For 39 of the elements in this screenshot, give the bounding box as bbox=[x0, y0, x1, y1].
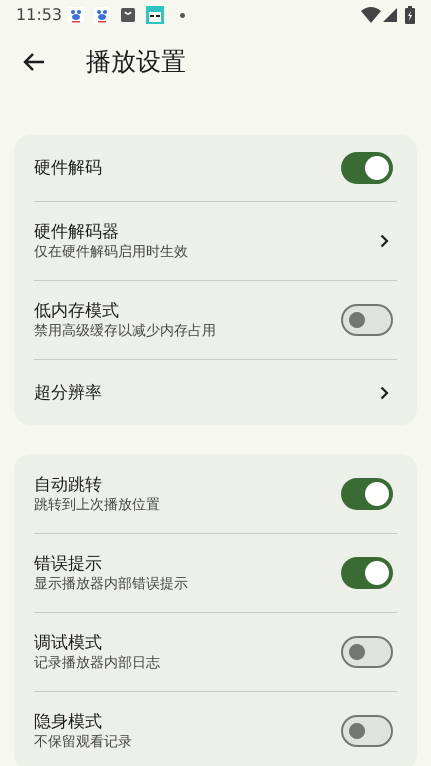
setting-title: 调试模式 bbox=[34, 632, 103, 654]
toggle-switch[interactable] bbox=[341, 478, 393, 510]
settings-row[interactable]: 硬件解码 bbox=[34, 135, 397, 201]
setting-title: 隐身模式 bbox=[34, 711, 103, 733]
settings-row[interactable]: 调试模式 记录播放器内部日志 bbox=[34, 612, 397, 691]
setting-description: 跳转到上次播放位置 bbox=[34, 496, 161, 514]
setting-title: 硬件解码器 bbox=[34, 221, 120, 243]
settings-row[interactable]: 自动跳转 跳转到上次播放位置 bbox=[34, 454, 397, 533]
settings-row[interactable]: 硬件解码器 仅在硬件解码启用时生效 bbox=[34, 201, 397, 280]
setting-title: 错误提示 bbox=[34, 553, 103, 575]
setting-title: 低内存模式 bbox=[34, 300, 120, 322]
setting-description: 不保留观看记录 bbox=[34, 733, 133, 751]
page-title: 播放设置 bbox=[86, 46, 186, 78]
toggle-switch[interactable] bbox=[341, 152, 393, 184]
setting-description: 仅在硬件解码启用时生效 bbox=[34, 243, 189, 261]
battery-icon bbox=[405, 6, 415, 24]
signal-icon bbox=[383, 8, 397, 22]
settings-row[interactable]: 隐身模式 不保留观看记录 bbox=[34, 691, 397, 766]
paw-icon bbox=[94, 7, 110, 23]
setting-description: 记录播放器内部日志 bbox=[34, 654, 161, 672]
chevron-right-icon bbox=[380, 386, 389, 400]
paw-icon bbox=[68, 7, 84, 23]
status-time: 11:53 bbox=[16, 4, 62, 26]
toggle-switch[interactable] bbox=[341, 304, 393, 336]
toggle-switch[interactable] bbox=[341, 636, 393, 668]
setting-title: 超分辨率 bbox=[34, 382, 103, 404]
settings-row[interactable]: 超分辨率 bbox=[34, 359, 397, 425]
setting-description: 显示播放器内部错误提示 bbox=[34, 575, 189, 593]
toggle-switch[interactable] bbox=[341, 557, 393, 589]
chevron-right-icon bbox=[380, 234, 389, 248]
setting-title: 硬件解码 bbox=[34, 157, 103, 179]
settings-row[interactable]: 低内存模式 禁用高级缓存以减少内存占用 bbox=[34, 280, 397, 359]
back-arrow-icon bbox=[23, 52, 45, 72]
setting-title: 自动跳转 bbox=[34, 474, 103, 496]
settings-row[interactable]: 错误提示 显示播放器内部错误提示 bbox=[34, 533, 397, 612]
toggle-switch[interactable] bbox=[341, 715, 393, 747]
wifi-icon bbox=[361, 7, 381, 23]
bag-icon bbox=[120, 7, 136, 23]
setting-description: 禁用高级缓存以减少内存占用 bbox=[34, 322, 217, 340]
